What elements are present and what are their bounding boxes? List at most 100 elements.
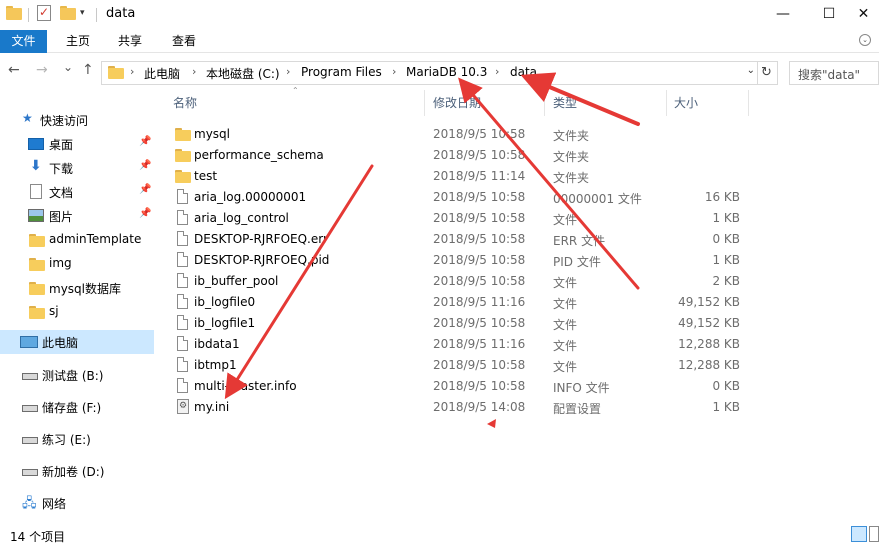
breadcrumb-separator-icon[interactable]: › [495, 65, 499, 78]
pin-icon[interactable]: 📌 [139, 208, 151, 219]
sidebar-item-drive-e[interactable]: 练习 (E:) [0, 427, 154, 451]
sidebar-item-desktop[interactable]: 桌面 📌 [0, 132, 154, 156]
file-name: ibtmp1 [194, 358, 237, 372]
breadcrumb-separator-icon[interactable]: › [286, 65, 290, 78]
sort-ascending-icon: ⌃ [292, 86, 299, 95]
file-type: 配置设置 [553, 402, 602, 416]
file-row[interactable]: test 2018/9/5 11:14 文件夹 [170, 166, 750, 187]
file-row[interactable]: ib_logfile1 2018/9/5 10:58 文件 49,152 KB [170, 313, 750, 334]
minimize-button[interactable]: — [760, 0, 806, 30]
sidebar-item-admintemplate[interactable]: adminTemplate [0, 228, 154, 252]
folder-icon [29, 282, 45, 295]
sidebar-item-img[interactable]: img [0, 252, 154, 276]
breadcrumb-separator-icon[interactable]: › [130, 65, 134, 78]
back-button[interactable]: ← [8, 62, 20, 78]
column-header-size[interactable]: 大小 [674, 94, 698, 111]
file-row[interactable]: ibdata1 2018/9/5 11:16 文件 12,288 KB [170, 334, 750, 355]
column-header-name[interactable]: 名称 [173, 94, 197, 111]
address-bar[interactable]: › 此电脑 › 本地磁盘 (C:) › Program Files › Mari… [101, 61, 778, 85]
file-name: ibdata1 [194, 337, 240, 351]
column-header-type[interactable]: 类型 [553, 94, 577, 111]
sidebar-item-this-pc[interactable]: 此电脑 [0, 330, 154, 354]
file-row[interactable]: DESKTOP-RJRFOEQ.err 2018/9/5 10:58 ERR 文件 0… [170, 229, 750, 250]
sidebar-item-label: 测试盘 (B:) [42, 369, 104, 383]
address-history-dropdown-icon[interactable]: ⌄ [747, 65, 755, 76]
file-icon [177, 210, 188, 225]
refresh-button[interactable]: ↻ [757, 62, 775, 84]
close-button[interactable]: ✕ [848, 0, 879, 30]
large-icons-view-icon[interactable] [869, 526, 879, 542]
column-divider[interactable] [748, 90, 749, 116]
sidebar-item-network[interactable]: 🖧 网络 [0, 491, 154, 515]
config-file-icon: ⚙ [177, 399, 189, 414]
sidebar-item-quick-access[interactable]: ★ 快速访问 [0, 108, 154, 132]
tab-view[interactable]: 查看 [162, 30, 206, 53]
breadcrumb-separator-icon[interactable]: › [392, 65, 396, 78]
breadcrumb-program-files[interactable]: Program Files [301, 65, 382, 79]
file-icon [177, 357, 188, 372]
sidebar-item-mysql-database[interactable]: mysql数据库 [0, 276, 154, 300]
file-row[interactable]: mysql 2018/9/5 10:58 文件夹 [170, 124, 750, 145]
breadcrumb-mariadb[interactable]: MariaDB 10.3 [406, 65, 487, 79]
recent-locations-button[interactable]: ⌄ [63, 60, 73, 74]
file-row[interactable]: multi-master.info 2018/9/5 10:58 INFO 文件 0 … [170, 376, 750, 397]
drive-icon [22, 373, 38, 380]
file-size: 1 KB [712, 400, 740, 414]
column-divider[interactable] [666, 90, 667, 116]
file-type: 文件夹 [553, 150, 590, 164]
maximize-button[interactable]: ☐ [806, 0, 852, 30]
file-name: multi-master.info [194, 379, 297, 393]
file-row[interactable]: performance_schema 2018/9/5 10:58 文件夹 [170, 145, 750, 166]
properties-icon[interactable]: ✓ [37, 5, 51, 21]
folder-icon [6, 6, 22, 20]
column-divider[interactable] [424, 90, 425, 116]
sidebar-item-label: 快速访问 [40, 114, 89, 128]
file-row[interactable]: aria_log_control 2018/9/5 10:58 文件 1 KB [170, 208, 750, 229]
file-icon [177, 294, 188, 309]
file-icon [177, 336, 188, 351]
tab-file[interactable]: 文件 [0, 30, 47, 53]
file-row[interactable]: aria_log.00000001 2018/9/5 10:58 00000001 … [170, 187, 750, 208]
expand-ribbon-icon[interactable]: ⌄ [859, 34, 871, 46]
breadcrumb-this-pc[interactable]: 此电脑 [144, 65, 180, 82]
file-name: test [194, 169, 218, 183]
breadcrumb-separator-icon[interactable]: › [192, 65, 196, 78]
file-row[interactable]: ib_buffer_pool 2018/9/5 10:58 文件 2 KB [170, 271, 750, 292]
sidebar-item-sj[interactable]: sj [0, 300, 154, 324]
file-modified-date: 2018/9/5 14:08 [433, 400, 526, 414]
pin-icon[interactable]: 📌 [139, 184, 151, 195]
file-type: ERR 文件 [553, 234, 606, 248]
tab-home[interactable]: 主页 [56, 30, 100, 53]
pin-icon[interactable]: 📌 [139, 160, 151, 171]
up-button[interactable]: ↑ [82, 62, 94, 78]
file-row[interactable]: DESKTOP-RJRFOEQ.pid 2018/9/5 10:58 PID 文件 1… [170, 250, 750, 271]
file-icon [177, 231, 188, 246]
file-modified-date: 2018/9/5 10:58 [433, 274, 526, 288]
file-row[interactable]: ibtmp1 2018/9/5 10:58 文件 12,288 KB [170, 355, 750, 376]
quick-access-toolbar-dropdown-icon[interactable]: ▾ [80, 8, 85, 18]
pictures-icon [28, 209, 44, 222]
this-pc-icon [20, 336, 38, 348]
column-header-date[interactable]: 修改日期 [433, 94, 481, 111]
sidebar-item-label: 图片 [49, 210, 74, 224]
sidebar-item-pictures[interactable]: 图片 📌 [0, 204, 154, 228]
breadcrumb-data[interactable]: data [510, 65, 537, 79]
file-name: my.ini [194, 400, 230, 414]
sidebar-item-drive-b[interactable]: 测试盘 (B:) [0, 363, 154, 387]
pin-icon[interactable]: 📌 [139, 136, 151, 147]
sidebar-item-downloads[interactable]: ⬇ 下载 📌 [0, 156, 154, 180]
sidebar-item-documents[interactable]: 文档 📌 [0, 180, 154, 204]
column-divider[interactable] [544, 90, 545, 116]
file-row[interactable]: ib_logfile0 2018/9/5 11:16 文件 49,152 KB [170, 292, 750, 313]
sidebar-item-drive-f[interactable]: 储存盘 (F:) [0, 395, 154, 419]
breadcrumb-local-disk-c[interactable]: 本地磁盘 (C:) [206, 65, 280, 82]
file-row[interactable]: ⚙ my.ini 2018/9/5 14:08 配置设置 1 KB [170, 397, 750, 418]
tab-share[interactable]: 共享 [108, 30, 152, 53]
file-name: ib_logfile1 [194, 316, 256, 330]
new-folder-icon[interactable] [60, 6, 76, 20]
sidebar-item-drive-d[interactable]: 新加卷 (D:) [0, 459, 154, 483]
details-view-icon[interactable] [851, 526, 867, 542]
forward-button[interactable]: → [36, 62, 48, 78]
window-title: data [106, 6, 136, 21]
search-input[interactable]: 搜索"data" [789, 61, 879, 85]
